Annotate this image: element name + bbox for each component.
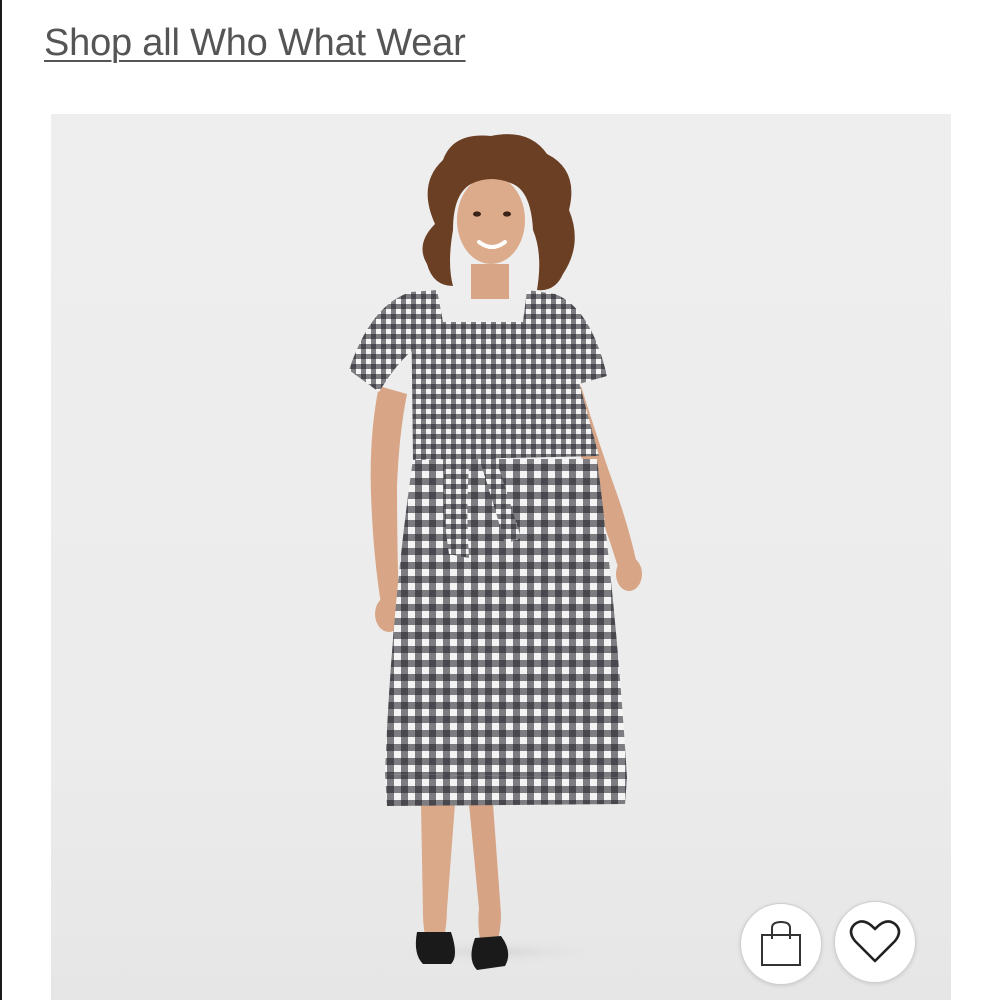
dress-hem: [385, 774, 627, 806]
page-left-border: [0, 0, 2, 1000]
right-leg: [469, 804, 501, 944]
left-eye: [473, 211, 481, 217]
shopping-bag-icon: [761, 920, 801, 966]
sash-knot: [451, 432, 491, 460]
favorite-button[interactable]: [834, 901, 916, 983]
add-to-bag-button[interactable]: [740, 903, 822, 985]
sash-tail-left: [443, 444, 471, 558]
heart-icon: [849, 920, 901, 963]
right-hand: [616, 557, 642, 591]
left-sandal: [415, 932, 455, 964]
right-sandal: [471, 936, 509, 970]
shop-all-link[interactable]: Shop all Who What Wear: [44, 22, 466, 65]
left-sleeve: [349, 292, 413, 392]
right-eye: [503, 211, 511, 217]
product-image[interactable]: [51, 114, 951, 1000]
product-photo-illustration: [349, 134, 642, 970]
neck: [471, 264, 509, 299]
face: [457, 176, 525, 264]
left-leg: [421, 804, 455, 944]
